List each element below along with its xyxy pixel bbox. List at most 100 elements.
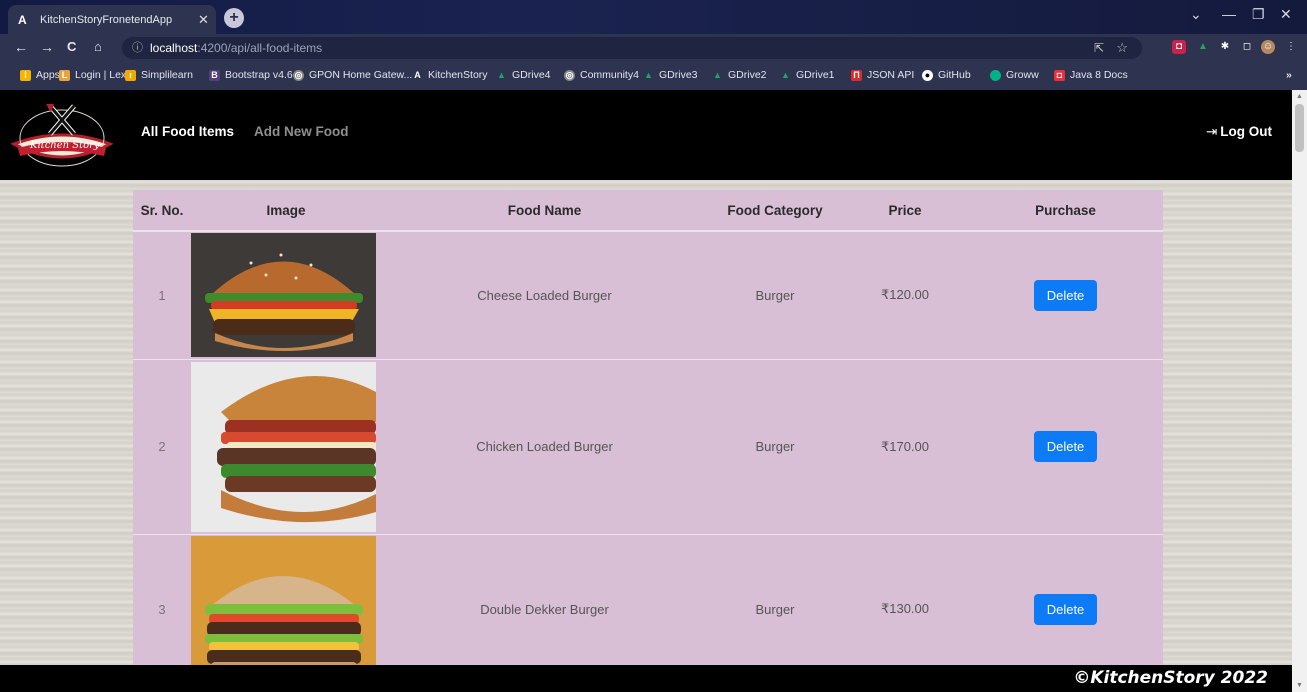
bookmark-label: GDrive3 (659, 69, 698, 81)
bookmark-gdrive3[interactable]: ▲ GDrive3 (643, 69, 698, 81)
bookmark-star-icon[interactable]: ☆ (1116, 37, 1128, 59)
bookmark-label: Groww (1006, 69, 1039, 81)
bookmark-gdrive4[interactable]: ▲ GDrive4 (496, 69, 550, 81)
bookmark-github[interactable]: ● GitHub (922, 69, 971, 81)
home-icon[interactable]: ⌂ (94, 39, 102, 54)
bookmark-apps[interactable]: ⁞ Apps (20, 69, 60, 81)
logout-link[interactable]: ⇥ Log Out (1206, 124, 1272, 140)
burger-image (191, 536, 376, 683)
address-bar-row: ← → C ⌂ ⓘ localhost:4200/api/all-food-it… (0, 34, 1307, 62)
app-navbar: Kitchen Story All Food Items Add New Foo… (0, 90, 1292, 180)
bookmark-gdrive1[interactable]: ▲ GDrive1 (780, 69, 835, 81)
bookmark-label: Bootstrap v4.6 (225, 69, 293, 81)
logout-label: Log Out (1220, 124, 1272, 139)
bootstrap-icon: B (209, 69, 220, 81)
restore-button[interactable]: ❐ (1252, 6, 1265, 23)
page-viewport: Kitchen Story All Food Items Add New Foo… (0, 90, 1292, 692)
bookmark-gdrive2[interactable]: ▲ GDrive2 (712, 69, 767, 81)
footer-copyright: ©KitchenStory 2022 (1073, 668, 1268, 688)
scroll-up-arrow-icon[interactable]: ▲ (1296, 93, 1303, 100)
delete-button[interactable]: Delete (1033, 279, 1098, 311)
bookmark-label: Community4 (580, 69, 639, 81)
apps-icon: ⁞ (20, 69, 31, 81)
extension-pocket-icon[interactable]: ◘ (1172, 40, 1186, 54)
tab-search-icon[interactable]: ⌄ (1190, 6, 1202, 23)
bookmark-simplilearn[interactable]: ı Simplilearn (125, 69, 193, 81)
back-arrow-icon[interactable]: ← (14, 39, 28, 55)
angular-icon: A (414, 69, 421, 80)
close-tab-icon[interactable]: ✕ (198, 12, 216, 28)
share-icon[interactable]: ⇱ (1094, 37, 1104, 59)
reload-icon[interactable]: C (67, 39, 76, 54)
kitchen-story-logo[interactable]: Kitchen Story (6, 96, 118, 176)
forward-arrow-icon[interactable]: → (40, 39, 54, 55)
bookmark-label: GDrive2 (728, 69, 767, 81)
sidepanel-icon[interactable]: ◻ (1240, 40, 1254, 54)
new-tab-button[interactable]: + (224, 8, 244, 28)
app-footer: ©KitchenStory 2022 (0, 665, 1292, 692)
delete-button[interactable]: Delete (1033, 593, 1098, 625)
bookmark-label: GDrive1 (796, 69, 835, 81)
row-sr-no: 1 (133, 230, 191, 359)
bookmark-groww[interactable]: Groww (990, 69, 1039, 81)
bookmarks-bar: ⁞ Apps L Login | Lex ı Simplilearn B Bootstr… (0, 62, 1307, 91)
url-path: :4200/api/all-food-items (197, 41, 323, 55)
browser-tab-bar: A KitchenStoryFronetendApp ✕ + ⌄ — ❐ ✕ (0, 0, 1307, 34)
extension-gdrive-icon[interactable]: ▲ (1196, 40, 1210, 54)
extensions-puzzle-icon[interactable]: ✱ (1218, 40, 1232, 54)
angular-icon: A (18, 12, 27, 27)
nav-all-food-items[interactable]: All Food Items (141, 124, 234, 139)
groww-icon (990, 69, 1001, 81)
url-host: localhost (150, 41, 198, 55)
simplilearn-icon: ı (125, 69, 136, 81)
bookmarks-overflow-button[interactable]: » (1286, 69, 1292, 81)
url-input[interactable]: ⓘ localhost:4200/api/all-food-items ⇱ ☆ (122, 37, 1142, 59)
bookmark-json-api[interactable]: Π JSON API (851, 69, 914, 81)
profile-avatar[interactable]: ☺ (1261, 40, 1275, 54)
logo-text: Kitchen Story (30, 140, 100, 151)
header-price: Price (842, 190, 968, 232)
minimize-button[interactable]: — (1222, 6, 1236, 22)
row-price: ₹120.00 (842, 230, 968, 359)
close-window-button[interactable]: ✕ (1280, 6, 1292, 23)
nav-add-new-food[interactable]: Add New Food (254, 124, 349, 139)
delete-button[interactable]: Delete (1033, 431, 1098, 462)
bookmark-label: JSON API (867, 69, 915, 81)
row-food-category: Burger (708, 230, 842, 359)
row-purchase-cell: Delete (968, 230, 1163, 359)
bookmark-label: Java 8 Docs (1070, 69, 1128, 81)
row-price: ₹170.00 (842, 358, 968, 534)
bookmark-label: Apps (36, 69, 60, 81)
header-image: Image (191, 190, 381, 232)
table-row: 3 Double Dekker Burger Burger ₹130.00 De… (133, 533, 1163, 684)
browser-tab[interactable]: A KitchenStoryFronetendApp ✕ (8, 5, 216, 34)
row-image-cell (191, 533, 381, 684)
bookmark-java8docs[interactable]: ◘ Java 8 Docs (1054, 69, 1128, 81)
page-scrollbar[interactable]: ▲ ▼ (1292, 90, 1307, 692)
tab-title: KitchenStoryFronetendApp (40, 13, 173, 26)
logout-icon: ⇥ (1205, 124, 1218, 139)
row-food-category: Burger (708, 358, 842, 534)
bookmark-label: Login | Lex (75, 69, 127, 81)
bookmark-bootstrap[interactable]: B Bootstrap v4.6 (209, 69, 293, 81)
bookmark-community4[interactable]: ◎ Community4 (564, 69, 639, 81)
bookmark-gpon[interactable]: ◎ GPON Home Gatew... (293, 69, 412, 81)
burger-image (191, 361, 376, 532)
row-food-name: Cheese Loaded Burger (381, 230, 708, 359)
table-row: 2 Chicken Loaded Burger Burger ₹170.00 D… (133, 358, 1163, 534)
table-row: 1 Cheese Loaded Burger Burger ₹120.00 De… (133, 230, 1163, 359)
site-info-icon[interactable]: ⓘ (132, 37, 143, 59)
gdrive-icon: ▲ (644, 69, 653, 80)
url-text: localhost:4200/api/all-food-items (150, 37, 322, 59)
scrollbar-thumb[interactable] (1295, 104, 1304, 152)
bookmark-lex[interactable]: L Login | Lex (59, 69, 126, 81)
bookmark-label: Simplilearn (141, 69, 193, 81)
menu-kebab-icon[interactable]: ⋮ (1284, 40, 1298, 54)
row-image-cell (191, 230, 381, 359)
header-purchase: Purchase (968, 190, 1163, 232)
bookmark-kitchenstory[interactable]: A KitchenStory (412, 69, 487, 81)
scroll-down-arrow-icon[interactable]: ▼ (1296, 682, 1303, 689)
bookmark-label: GPON Home Gatew... (309, 69, 413, 81)
lex-icon: L (59, 69, 70, 81)
github-icon: ● (922, 69, 933, 81)
